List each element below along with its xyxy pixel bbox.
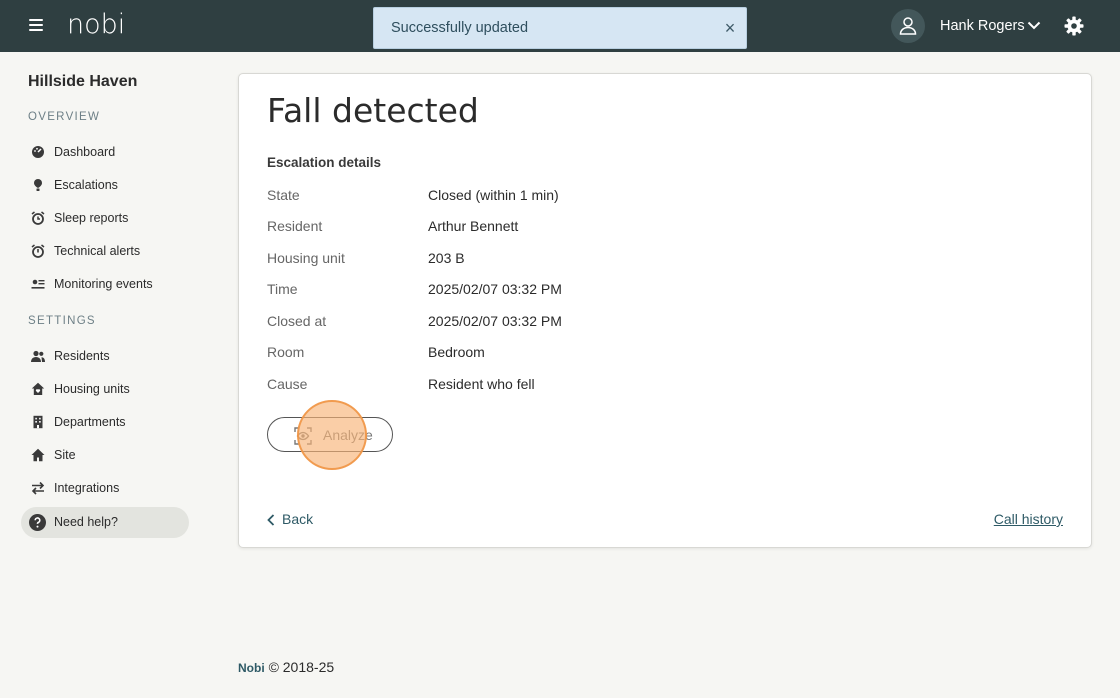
- events-icon: [31, 279, 45, 289]
- section-title: Escalation details: [267, 155, 382, 170]
- close-icon[interactable]: ×: [722, 18, 738, 38]
- footer-brand[interactable]: Nobi: [238, 661, 265, 675]
- analyze-icon: [294, 427, 312, 445]
- sidebar-item-label: Sleep reports: [54, 211, 129, 225]
- sidebar-item-label: Monitoring events: [54, 277, 153, 291]
- sidebar-item-label: Housing units: [54, 382, 130, 396]
- sidebar-item-escalations[interactable]: Escalations: [21, 170, 189, 201]
- call-history-link[interactable]: Call history: [994, 511, 1063, 527]
- sidebar-item-integrations[interactable]: Integrations: [21, 473, 189, 504]
- detail-value: Resident who fell: [428, 376, 535, 392]
- detail-value: 2025/02/07 03:32 PM: [428, 281, 562, 297]
- home-icon: [31, 448, 45, 462]
- escalation-card: Fall detected Escalation details State C…: [238, 73, 1092, 548]
- detail-key: Cause: [267, 376, 308, 392]
- question-icon: [29, 514, 46, 531]
- detail-value: 2025/02/07 03:32 PM: [428, 313, 562, 329]
- success-toast: Successfully updated ×: [373, 7, 747, 49]
- top-bar: nobi Successfully updated × Hank Rogers: [0, 0, 1120, 52]
- gear-icon[interactable]: [1064, 16, 1084, 41]
- detail-row: Resident Arthur Bennett: [267, 218, 967, 238]
- chevron-left-icon: [267, 514, 275, 526]
- page-title: Fall detected: [267, 91, 479, 130]
- user-name[interactable]: Hank Rogers: [940, 18, 1025, 34]
- detail-value: Arthur Bennett: [428, 218, 519, 234]
- arrows-exchange-icon: [31, 481, 45, 495]
- house-heart-icon: [31, 382, 45, 395]
- alarm-icon: [31, 244, 45, 258]
- sidebar-item-sleep-reports[interactable]: Sleep reports: [21, 203, 189, 234]
- detail-key: Housing unit: [267, 250, 345, 266]
- sidebar-item-housing-units[interactable]: Housing units: [21, 374, 189, 405]
- site-name: Hillside Haven: [28, 73, 138, 90]
- sidebar-item-dashboard[interactable]: Dashboard: [21, 137, 189, 168]
- detail-key: State: [267, 187, 300, 203]
- detail-key: Resident: [267, 218, 323, 234]
- sidebar-item-technical-alerts[interactable]: Technical alerts: [21, 236, 189, 267]
- escalation-icon: [34, 179, 42, 191]
- analyze-button[interactable]: Analyze: [267, 417, 393, 452]
- detail-value: 203 B: [428, 250, 465, 266]
- detail-key: Room: [267, 344, 305, 360]
- sidebar-item-label: Departments: [54, 415, 126, 429]
- footer-copyright: © 2018-25: [268, 659, 335, 675]
- detail-row: Housing unit 203 B: [267, 250, 967, 270]
- sidebar-item-need-help[interactable]: Need help?: [21, 507, 189, 538]
- detail-row: Room Bedroom: [267, 344, 967, 364]
- sidebar-item-label: Escalations: [54, 178, 118, 192]
- footer: Nobi © 2018-25: [238, 659, 334, 675]
- sidebar-item-label: Site: [54, 448, 76, 462]
- settings-section-label: SETTINGS: [28, 315, 96, 327]
- sidebar-item-label: Residents: [54, 349, 110, 363]
- chevron-down-icon[interactable]: [1027, 18, 1041, 37]
- detail-row: Cause Resident who fell: [267, 376, 967, 396]
- sidebar-item-label: Integrations: [54, 481, 120, 495]
- detail-row: State Closed (within 1 min): [267, 187, 967, 207]
- alarm-clock-icon: [31, 211, 45, 225]
- detail-row: Time 2025/02/07 03:32 PM: [267, 281, 967, 301]
- sidebar-item-monitoring-events[interactable]: Monitoring events: [21, 269, 189, 300]
- user-icon[interactable]: [891, 9, 925, 43]
- detail-key: Closed at: [267, 313, 327, 329]
- sidebar-item-site[interactable]: Site: [21, 440, 189, 471]
- sidebar-item-departments[interactable]: Departments: [21, 407, 189, 438]
- sidebar-item-label: Dashboard: [54, 145, 116, 159]
- sidebar-item-label: Need help?: [54, 515, 118, 529]
- detail-value: Bedroom: [428, 344, 485, 360]
- detail-key: Time: [267, 281, 298, 297]
- building-icon: [33, 415, 43, 429]
- residents-icon: [31, 350, 45, 362]
- toast-message: Successfully updated: [391, 20, 529, 36]
- overview-section-label: OVERVIEW: [28, 111, 101, 123]
- back-label: Back: [282, 511, 314, 527]
- menu-icon[interactable]: [29, 19, 44, 33]
- sidebar-item-label: Technical alerts: [54, 244, 141, 258]
- dashboard-icon: [32, 146, 44, 158]
- app-logo[interactable]: nobi: [67, 9, 125, 40]
- analyze-button-label: Analyze: [323, 427, 373, 443]
- detail-row: Closed at 2025/02/07 03:32 PM: [267, 313, 967, 333]
- sidebar-item-residents[interactable]: Residents: [21, 341, 189, 372]
- detail-value: Closed (within 1 min): [428, 187, 559, 203]
